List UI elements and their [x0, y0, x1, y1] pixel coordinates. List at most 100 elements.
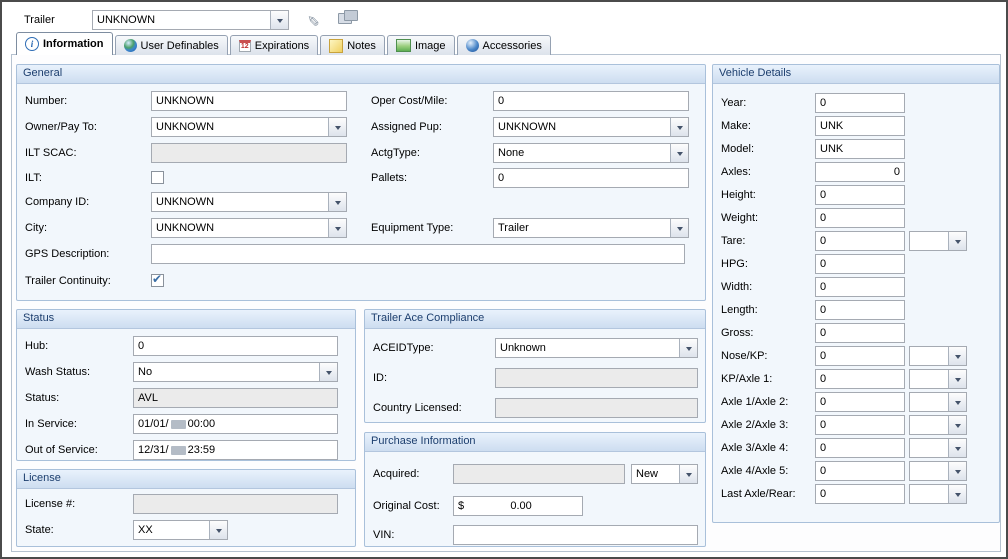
axle3-axle4-unit-select[interactable]: [909, 438, 967, 458]
assigned-pup-select[interactable]: UNKNOWN: [493, 117, 689, 137]
gross-field[interactable]: 0: [815, 323, 905, 343]
owner-pay-to-select[interactable]: UNKNOWN: [151, 117, 347, 137]
axle2-axle3-unit-select[interactable]: [909, 415, 967, 435]
chevron-down-icon[interactable]: [328, 193, 346, 211]
tab-notes[interactable]: Notes: [320, 35, 385, 55]
hub-field[interactable]: 0: [133, 336, 338, 356]
license-number-label: License #:: [25, 494, 75, 514]
kp-axle1-field[interactable]: 0: [815, 369, 905, 389]
tab-user-definables[interactable]: User Definables: [115, 35, 228, 55]
wash-status-value: No: [134, 363, 319, 381]
axle1-axle2-field[interactable]: 0: [815, 392, 905, 412]
tags-icon[interactable]: [338, 9, 358, 25]
chevron-down-icon[interactable]: [948, 462, 966, 480]
ace-id-label: ID:: [373, 368, 387, 388]
actg-type-value: None: [494, 144, 670, 162]
chevron-down-icon[interactable]: [670, 144, 688, 162]
tare-field[interactable]: 0: [815, 231, 905, 251]
number-field[interactable]: UNKNOWN: [151, 91, 347, 111]
length-field[interactable]: 0: [815, 300, 905, 320]
edit-pencil-icon[interactable]: ✎: [307, 9, 320, 29]
chevron-down-icon[interactable]: [948, 232, 966, 250]
tab-image[interactable]: Image: [387, 35, 455, 55]
vin-field[interactable]: [453, 525, 698, 545]
chevron-down-icon[interactable]: [948, 347, 966, 365]
tab-information[interactable]: i Information: [16, 32, 113, 55]
tab-label: User Definables: [141, 40, 219, 52]
make-field[interactable]: UNK: [815, 116, 905, 136]
chevron-down-icon[interactable]: [270, 11, 288, 29]
chevron-down-icon[interactable]: [319, 363, 337, 381]
chevron-down-icon[interactable]: [679, 339, 697, 357]
axle1-axle2-label: Axle 1/Axle 2:: [721, 392, 788, 412]
aceid-type-select[interactable]: Unknown: [495, 338, 698, 358]
chevron-down-icon[interactable]: [670, 118, 688, 136]
ilt-checkbox[interactable]: [151, 171, 164, 184]
gps-description-field[interactable]: [151, 244, 685, 264]
tab-accessories[interactable]: Accessories: [457, 35, 551, 55]
weight-label: Weight:: [721, 208, 758, 228]
equipment-type-select[interactable]: Trailer: [493, 218, 689, 238]
model-field[interactable]: UNK: [815, 139, 905, 159]
axle4-axle5-field[interactable]: 0: [815, 461, 905, 481]
company-id-select[interactable]: UNKNOWN: [151, 192, 347, 212]
width-field[interactable]: 0: [815, 277, 905, 297]
state-select[interactable]: XX: [133, 520, 228, 540]
year-label: Year:: [721, 93, 746, 113]
axle2-axle3-field[interactable]: 0: [815, 415, 905, 435]
number-label: Number:: [25, 91, 67, 111]
chevron-down-icon[interactable]: [209, 521, 227, 539]
city-select[interactable]: UNKNOWN: [151, 218, 347, 238]
license-number-field: [133, 494, 338, 514]
trailer-select[interactable]: UNKNOWN: [92, 10, 289, 30]
height-label: Height:: [721, 185, 756, 205]
original-cost-value: 0.00: [510, 500, 531, 512]
tab-expirations[interactable]: 12 Expirations: [230, 35, 318, 55]
tare-unit-select[interactable]: [909, 231, 967, 251]
chevron-down-icon[interactable]: [679, 465, 697, 483]
actg-type-select[interactable]: None: [493, 143, 689, 163]
redacted-text: [171, 446, 186, 455]
wash-status-select[interactable]: No: [133, 362, 338, 382]
chevron-down-icon[interactable]: [948, 485, 966, 503]
in-service-time: 00:00: [188, 418, 216, 430]
owner-pay-to-label: Owner/Pay To:: [25, 117, 97, 137]
chevron-down-icon[interactable]: [948, 416, 966, 434]
original-cost-field[interactable]: $ 0.00: [453, 496, 583, 516]
out-of-service-field[interactable]: 12/31/ 23:59: [133, 440, 338, 460]
ilt-scac-field: [151, 143, 347, 163]
chevron-down-icon[interactable]: [670, 219, 688, 237]
weight-field[interactable]: 0: [815, 208, 905, 228]
chevron-down-icon[interactable]: [948, 393, 966, 411]
last-axle-rear-unit-select[interactable]: [909, 484, 967, 504]
chevron-down-icon[interactable]: [948, 370, 966, 388]
axle4-axle5-unit-select[interactable]: [909, 461, 967, 481]
hpg-label: HPG:: [721, 254, 748, 274]
country-licensed-field: [495, 398, 698, 418]
nose-kp-unit-value: [910, 347, 948, 365]
year-field[interactable]: 0: [815, 93, 905, 113]
gross-label: Gross:: [721, 323, 753, 343]
hpg-field[interactable]: 0: [815, 254, 905, 274]
chevron-down-icon[interactable]: [948, 439, 966, 457]
axle1-axle2-unit-select[interactable]: [909, 392, 967, 412]
chevron-down-icon[interactable]: [328, 118, 346, 136]
tab-label: Expirations: [255, 40, 309, 52]
in-service-field[interactable]: 01/01/ 00:00: [133, 414, 338, 434]
height-field[interactable]: 0: [815, 185, 905, 205]
axle3-axle4-field[interactable]: 0: [815, 438, 905, 458]
pallets-field[interactable]: 0: [493, 168, 689, 188]
company-id-value: UNKNOWN: [152, 193, 328, 211]
nose-kp-unit-select[interactable]: [909, 346, 967, 366]
hub-label: Hub:: [25, 336, 48, 356]
last-axle-rear-field[interactable]: 0: [815, 484, 905, 504]
kp-axle1-unit-select[interactable]: [909, 369, 967, 389]
oper-cost-mile-field[interactable]: 0: [493, 91, 689, 111]
trailer-continuity-label: Trailer Continuity:: [25, 271, 111, 291]
chevron-down-icon[interactable]: [328, 219, 346, 237]
nose-kp-field[interactable]: 0: [815, 346, 905, 366]
trailer-continuity-checkbox[interactable]: [151, 274, 164, 287]
axles-field[interactable]: 0: [815, 162, 905, 182]
out-of-service-time: 23:59: [188, 444, 216, 456]
acquired-condition-select[interactable]: New: [631, 464, 698, 484]
